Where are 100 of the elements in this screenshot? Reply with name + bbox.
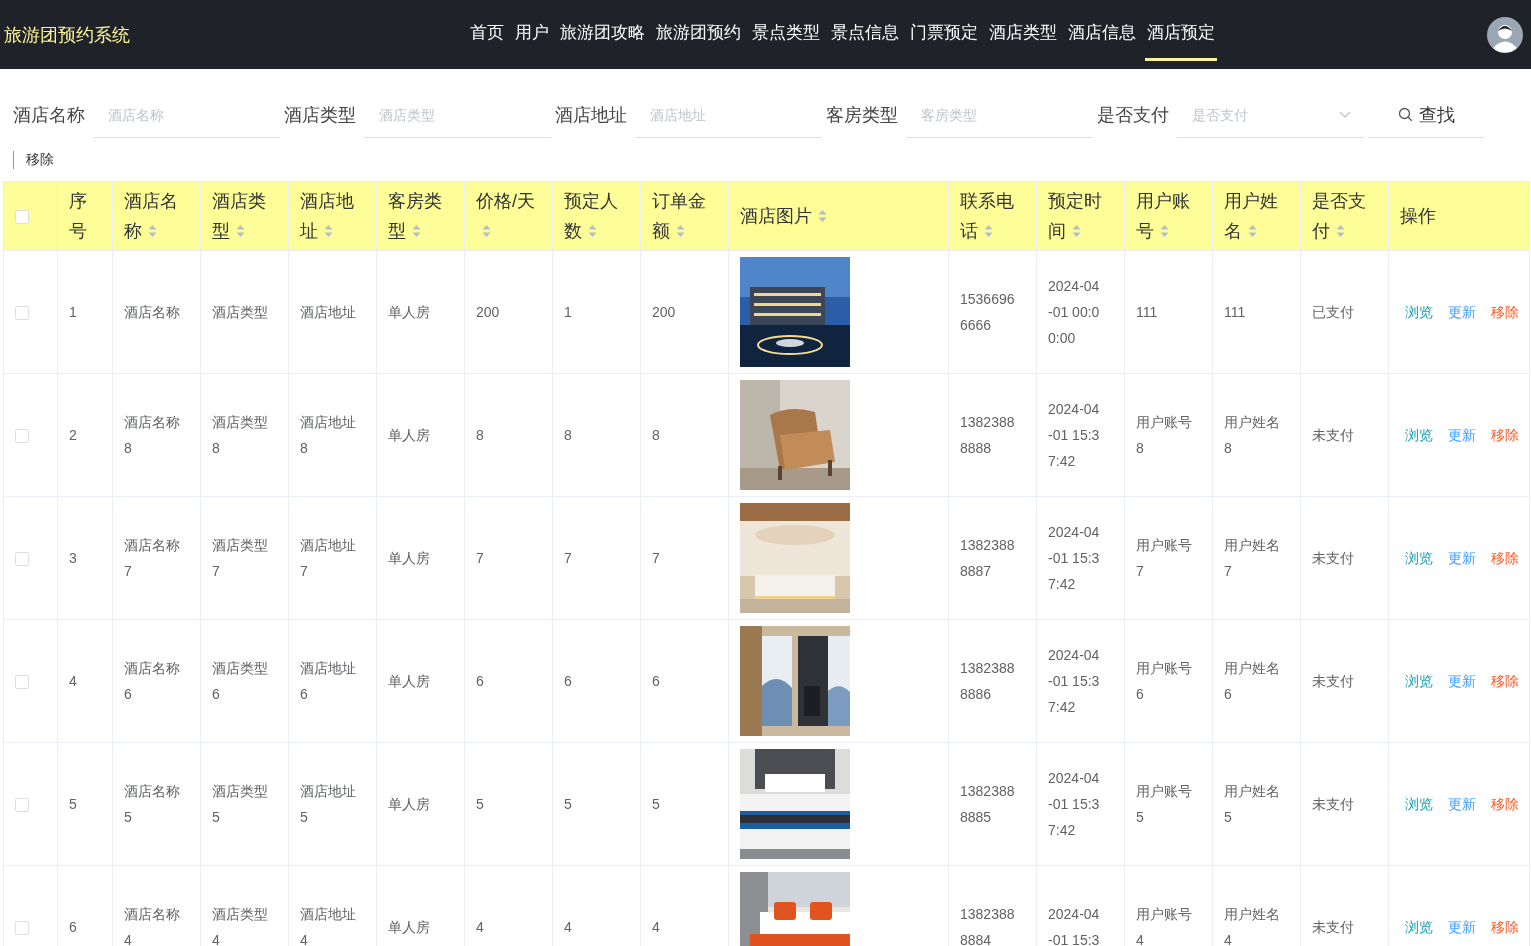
table-cell-text: 已支付 — [1312, 303, 1355, 322]
input-field[interactable]: 酒店地址 — [648, 105, 809, 124]
table-cell-text: 13823888888 — [960, 413, 1015, 458]
search-icon — [1397, 107, 1413, 122]
table-cell-text: 用户姓名5 — [1224, 782, 1281, 827]
table-cell-text: 酒店名称7 — [124, 536, 181, 581]
checkbox[interactable] — [15, 921, 29, 936]
table-cell-text: 酒店类型 — [212, 303, 269, 322]
sort-icon[interactable] — [1072, 224, 1081, 238]
table-cell-text: 2024-04-01 15:37:42 — [1048, 769, 1101, 840]
table-cell-text: 未支付 — [1312, 426, 1355, 445]
table-cell-text: 用户账号4 — [1136, 905, 1193, 946]
nav-tab[interactable]: 景点类型 — [750, 3, 822, 61]
nav-tab[interactable]: 酒店预定 — [1145, 3, 1217, 61]
table-cell-text: 酒店地址4 — [300, 905, 357, 946]
sort-icon[interactable] — [412, 224, 421, 238]
column-header: 操作 — [1400, 205, 1437, 228]
table-cell-text: 用户姓名6 — [1224, 659, 1281, 704]
table-cell-text: 酒店类型6 — [212, 659, 269, 704]
nav-tab[interactable]: 用户 — [513, 3, 551, 61]
table-cell-text: 8 — [564, 426, 573, 445]
table-cell-text: 4 — [652, 918, 661, 937]
table-cell-text: 5 — [69, 795, 78, 814]
avatar-icon[interactable] — [1487, 16, 1523, 53]
table-cell-text: 酒店类型8 — [212, 413, 269, 458]
table-cell-text: 酒店类型4 — [212, 905, 269, 946]
sort-icon[interactable] — [148, 224, 157, 238]
checkbox[interactable] — [15, 429, 29, 444]
input-field[interactable]: 酒店名称 — [106, 105, 267, 124]
nav-tab[interactable]: 酒店类型 — [987, 3, 1059, 61]
table-cell-text: 5 — [564, 795, 573, 814]
sort-icon[interactable] — [236, 224, 245, 238]
table-cell-text: 用户姓名8 — [1224, 413, 1281, 458]
table-cell-text: 酒店名称6 — [124, 659, 181, 704]
sort-icon[interactable] — [818, 209, 827, 223]
nav-tab[interactable]: 门票预定 — [908, 3, 980, 61]
table-cell-text: 6 — [564, 672, 573, 691]
table-cell-text: 2024-04-01 15:37:42 — [1048, 523, 1101, 594]
table-cell-text: 5 — [652, 795, 661, 814]
table-cell-text: 酒店地址5 — [300, 782, 357, 827]
table-cell-text: 未支付 — [1312, 795, 1355, 814]
table-cell-text: 未支付 — [1312, 918, 1355, 937]
table-cell-text: 2024-04-01 15:37:42 — [1048, 400, 1101, 471]
sort-icon[interactable] — [984, 224, 993, 238]
table-cell-text: 酒店地址 — [300, 303, 357, 322]
chevron-down-icon[interactable] — [1339, 110, 1351, 119]
table-cell-text: 4 — [69, 672, 78, 691]
nav-tab[interactable]: 旅游团攻略 — [558, 3, 647, 61]
table-cell-text: 未支付 — [1312, 549, 1355, 568]
sort-icon[interactable] — [1248, 224, 1257, 238]
table-cell-text: 4 — [564, 918, 573, 937]
nav-tab[interactable]: 首页 — [468, 3, 506, 61]
filter-label: 客房类型 — [826, 104, 898, 127]
table-cell-text: 酒店名称8 — [124, 413, 181, 458]
table-cell-text: 6 — [69, 918, 78, 937]
sort-icon[interactable] — [482, 224, 491, 238]
sort-icon[interactable] — [588, 224, 597, 238]
table-cell-text: 7 — [652, 549, 661, 568]
checkbox[interactable] — [15, 798, 29, 813]
sort-icon[interactable] — [676, 224, 685, 238]
table-cell-text: 单人房 — [388, 672, 431, 691]
select-field[interactable]: 是否支付 — [1190, 105, 1339, 124]
table-cell-text: 200 — [652, 303, 677, 322]
checkbox[interactable] — [15, 552, 29, 567]
checkbox[interactable] — [15, 306, 29, 321]
table-cell-text: 13823888885 — [960, 782, 1015, 827]
table-cell-text: 酒店地址7 — [300, 536, 357, 581]
table-cell-text: 1 — [564, 303, 573, 322]
sort-icon[interactable] — [1160, 224, 1169, 238]
table-cell-text: 酒店类型7 — [212, 536, 269, 581]
nav-tab[interactable]: 景点信息 — [829, 3, 901, 61]
table-cell-text: 2024-04-01 15:3 — [1048, 905, 1101, 946]
remove-button[interactable]: 移除 — [13, 151, 54, 169]
table-cell-text: 6 — [476, 672, 485, 691]
table-cell-text: 未支付 — [1312, 672, 1355, 691]
table-cell-text: 200 — [476, 303, 501, 322]
input-field[interactable]: 酒店类型 — [377, 105, 538, 124]
nav-tab[interactable]: 酒店信息 — [1066, 3, 1138, 61]
table-cell-text: 7 — [564, 549, 573, 568]
table-cell-text: 5 — [476, 795, 485, 814]
sort-icon[interactable] — [324, 224, 333, 238]
checkbox[interactable] — [15, 675, 29, 690]
table-cell-text: 单人房 — [388, 918, 431, 937]
table-cell-text: 13823888886 — [960, 659, 1015, 704]
checkbox[interactable] — [15, 210, 29, 225]
table-cell-text: 2024-04-01 15:37:42 — [1048, 646, 1101, 717]
column-header: 序号 — [69, 190, 88, 243]
nav-tab[interactable]: 旅游团预约 — [654, 3, 743, 61]
input-field[interactable]: 客房类型 — [919, 105, 1080, 124]
table-cell-text: 用户姓名7 — [1224, 536, 1281, 581]
table-cell-text: 15366966666 — [960, 290, 1015, 335]
table-cell-text: 单人房 — [388, 795, 431, 814]
table-cell-text: 酒店地址6 — [300, 659, 357, 704]
table-cell-text: 酒店类型5 — [212, 782, 269, 827]
table-cell-text: 2024-04-01 00:00:00 — [1048, 277, 1101, 348]
sort-icon[interactable] — [1336, 224, 1345, 238]
table-cell-text: 2 — [69, 426, 78, 445]
table-cell-text: 4 — [476, 918, 485, 937]
table-cell-text: 酒店名称5 — [124, 782, 181, 827]
table-cell-text: 1 — [69, 303, 78, 322]
